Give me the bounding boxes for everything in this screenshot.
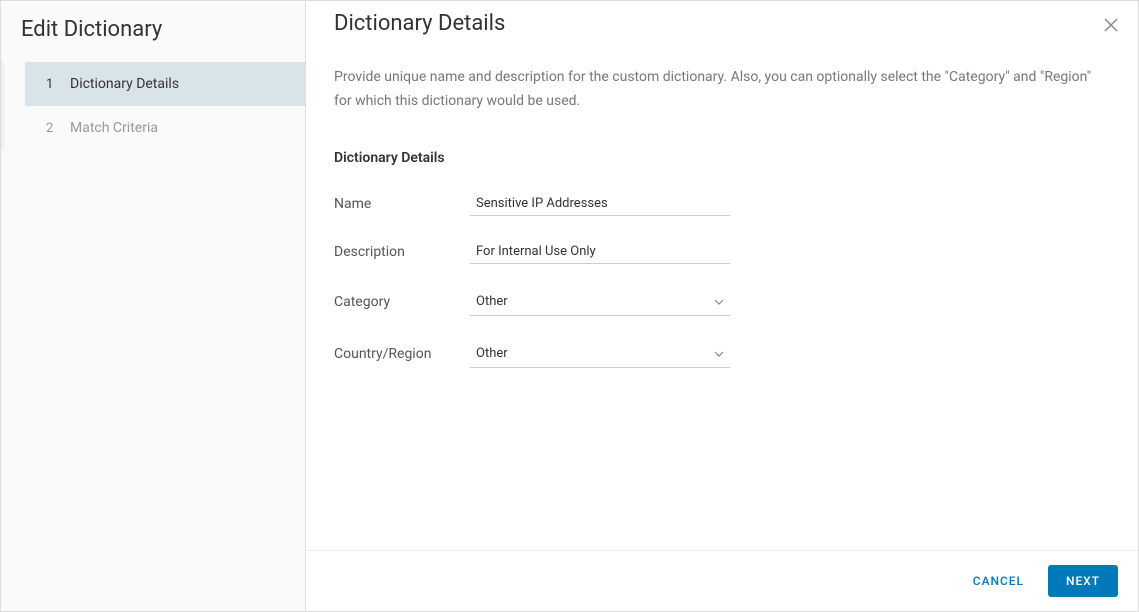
wizard-sidebar: Edit Dictionary 1 Dictionary Details 2 M… bbox=[1, 1, 306, 611]
main-body: Provide unique name and description for … bbox=[306, 36, 1138, 550]
next-button[interactable]: NEXT bbox=[1048, 565, 1118, 597]
form-row-description: Description bbox=[334, 240, 1110, 264]
dialog-footer: CANCEL NEXT bbox=[306, 550, 1138, 611]
region-select-wrap: Other bbox=[470, 340, 730, 368]
name-input[interactable] bbox=[470, 192, 730, 216]
step-match-criteria[interactable]: 2 Match Criteria bbox=[28, 106, 305, 150]
category-value: Other bbox=[476, 294, 714, 309]
step-dictionary-details[interactable]: 1 Dictionary Details bbox=[28, 62, 305, 106]
wizard-steps: 1 Dictionary Details 2 Match Criteria bbox=[1, 62, 305, 150]
close-icon bbox=[1104, 17, 1118, 36]
section-heading: Dictionary Details bbox=[334, 150, 1110, 166]
category-select[interactable]: Other bbox=[470, 288, 730, 316]
region-select[interactable]: Other bbox=[470, 340, 730, 368]
step-label: Dictionary Details bbox=[70, 76, 179, 92]
region-value: Other bbox=[476, 346, 714, 361]
cancel-button[interactable]: CANCEL bbox=[969, 566, 1028, 596]
name-label: Name bbox=[334, 196, 470, 212]
main-header: Dictionary Details bbox=[306, 1, 1138, 36]
form-row-category: Category Other bbox=[334, 288, 1110, 316]
category-label: Category bbox=[334, 294, 470, 310]
description-input-wrap bbox=[470, 240, 730, 264]
chevron-down-icon bbox=[714, 292, 724, 311]
sidebar-title: Edit Dictionary bbox=[1, 11, 305, 62]
main-panel: Dictionary Details Provide unique name a… bbox=[306, 1, 1138, 611]
close-button[interactable] bbox=[1100, 15, 1122, 37]
name-input-wrap bbox=[470, 192, 730, 216]
form-row-region: Country/Region Other bbox=[334, 340, 1110, 368]
description-label: Description bbox=[334, 244, 470, 260]
step-number: 1 bbox=[46, 77, 64, 92]
chevron-down-icon bbox=[714, 344, 724, 363]
form-row-name: Name bbox=[334, 192, 1110, 216]
category-select-wrap: Other bbox=[470, 288, 730, 316]
region-label: Country/Region bbox=[334, 346, 470, 362]
step-number: 2 bbox=[46, 121, 64, 136]
edit-dictionary-dialog: Edit Dictionary 1 Dictionary Details 2 M… bbox=[0, 0, 1139, 612]
description-input[interactable] bbox=[470, 240, 730, 264]
help-text: Provide unique name and description for … bbox=[334, 66, 1110, 114]
page-title: Dictionary Details bbox=[334, 11, 1110, 36]
step-label: Match Criteria bbox=[70, 120, 158, 136]
